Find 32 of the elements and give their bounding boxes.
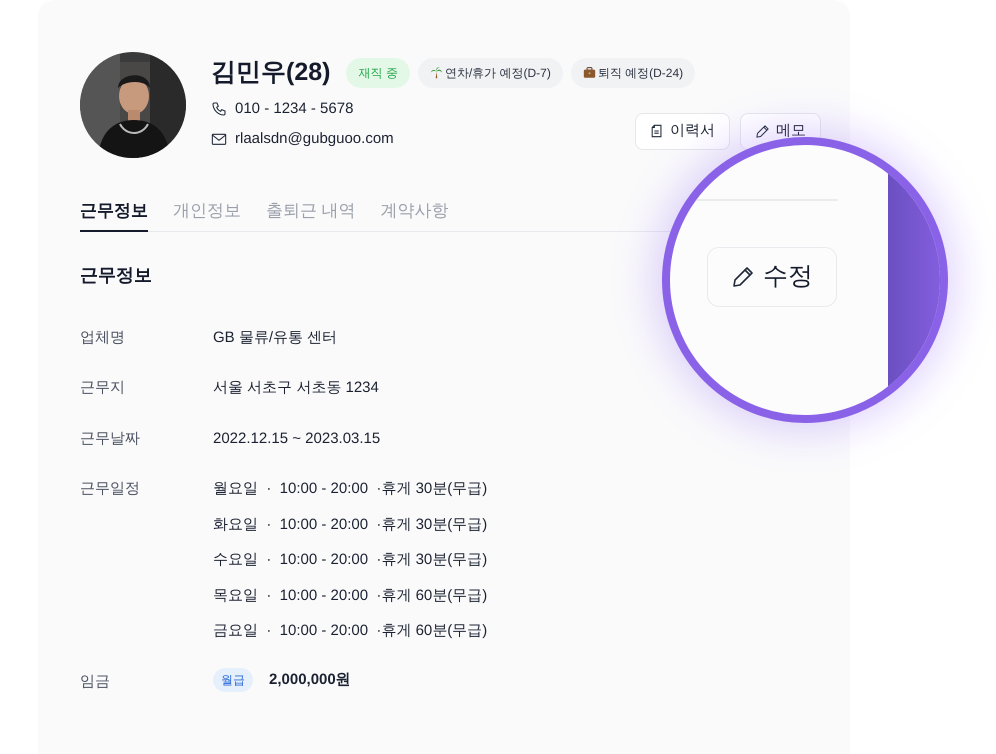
resume-button[interactable]: 이력서 (635, 112, 730, 150)
employee-name: 김민우(28) (211, 57, 330, 88)
status-badge: 재직 중 (346, 58, 410, 88)
field-value: GB 물류/유통 센터 (213, 328, 338, 348)
schedule-line: 목요일 · 10:00 - 20:00 ·휴게 60분(무급) (213, 586, 488, 606)
palm-tree-icon (430, 66, 443, 80)
mail-icon (211, 132, 227, 146)
salary-type-tag: 월급 (213, 668, 253, 692)
field-value: 2,000,000원 (269, 670, 351, 690)
document-icon (650, 124, 664, 138)
phone-icon (211, 100, 227, 117)
field-label: 근무날짜 (80, 428, 141, 448)
schedule-line: 금요일 · 10:00 - 20:00 ·휴게 60분(무급) (213, 621, 488, 641)
briefcase-icon (582, 66, 596, 80)
phone-number: 010 - 1234 - 5678 (235, 98, 354, 118)
section-title: 근무정보 (80, 264, 152, 286)
field-value: 2022.12.15 ~ 2023.03.15 (213, 428, 380, 448)
schedule-line: 월요일 · 10:00 - 20:00 ·휴게 30분(무급) (213, 479, 488, 499)
field-label: 업체명 (80, 328, 126, 348)
tab[interactable]: 근무정보 (80, 198, 148, 232)
schedule-badge: 연차/휴가 예정(D-7) (418, 58, 563, 88)
pencil-icon (731, 265, 755, 289)
field-label: 임금 (80, 672, 111, 692)
schedule-badge: 퇴직 예정(D-24) (570, 58, 696, 88)
email-address: rlaalsdn@gubguoo.com (235, 129, 394, 149)
field-value: 서울 서초구 서초동 1234 (213, 378, 379, 398)
field-label: 근무지 (80, 378, 126, 398)
schedule-line: 화요일 · 10:00 - 20:00 ·휴게 30분(무급) (213, 514, 488, 534)
field-label: 근무일정 (80, 479, 141, 499)
edit-button[interactable]: 수정 (707, 247, 837, 307)
pencil-icon (755, 124, 770, 138)
schedule-line: 수요일 · 10:00 - 20:00 ·휴게 30분(무급) (213, 550, 488, 570)
